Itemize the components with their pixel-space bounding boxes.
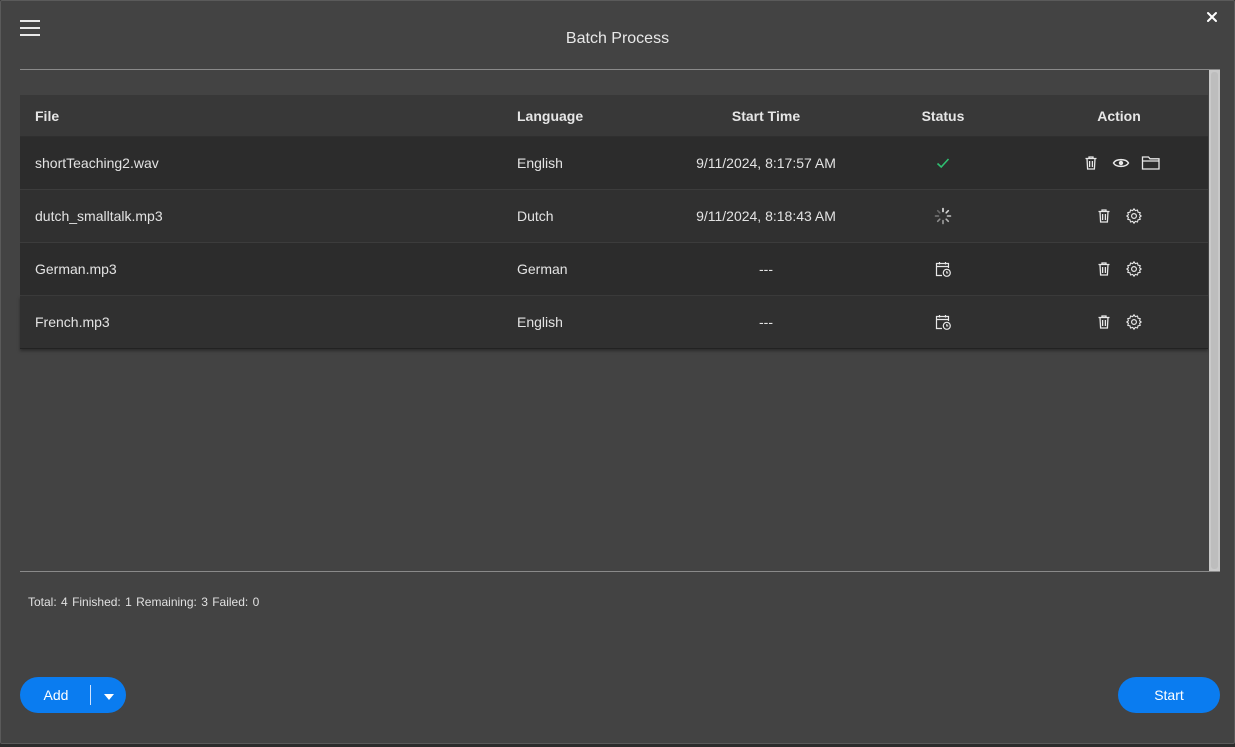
header-file: File xyxy=(35,107,60,124)
file-name: shortTeaching2.wav xyxy=(35,155,159,171)
file-language: English xyxy=(517,155,563,171)
settings-icon[interactable] xyxy=(1124,259,1144,279)
window-title: Batch Process xyxy=(565,30,670,47)
file-language: Dutch xyxy=(517,208,554,224)
file-name: dutch_smalltalk.mp3 xyxy=(35,208,163,224)
table-row: shortTeaching2.wav English 9/11/2024, 8:… xyxy=(20,137,1208,190)
file-name: German.mp3 xyxy=(35,261,117,277)
total-value: 4 xyxy=(61,595,68,609)
caret-down-icon xyxy=(104,687,114,703)
close-icon[interactable] xyxy=(1204,9,1220,25)
remaining-value: 3 xyxy=(201,595,208,609)
action-cell xyxy=(1069,243,1169,295)
action-cell xyxy=(1069,296,1169,348)
header-status: Status xyxy=(921,107,965,124)
finished-label: Finished: xyxy=(72,595,121,609)
header-language: Language xyxy=(517,107,584,124)
action-cell xyxy=(1069,190,1169,242)
table-row: French.mp3 English --- xyxy=(20,296,1208,349)
status-cell xyxy=(893,137,993,189)
batch-process-window: Batch Process File Language Start Time S… xyxy=(0,0,1235,744)
settings-icon[interactable] xyxy=(1124,312,1144,332)
check-icon xyxy=(933,153,953,173)
finished-value: 1 xyxy=(125,595,132,609)
vertical-scrollbar[interactable] xyxy=(1209,70,1220,571)
view-icon[interactable] xyxy=(1111,153,1131,173)
spinner-icon xyxy=(933,206,953,226)
header-action: Action xyxy=(1097,107,1141,124)
batch-table: File Language Start Time Status Action s… xyxy=(20,69,1220,572)
file-start-time: --- xyxy=(759,314,773,330)
delete-icon[interactable] xyxy=(1094,206,1114,226)
scheduled-icon xyxy=(933,259,953,279)
status-cell xyxy=(893,243,993,295)
file-start-time: 9/11/2024, 8:18:43 AM xyxy=(696,208,836,224)
settings-icon[interactable] xyxy=(1124,206,1144,226)
batch-stats: Total: 4 Finished: 1 Remaining: 3 Failed… xyxy=(28,595,260,609)
delete-icon[interactable] xyxy=(1081,153,1101,173)
failed-label: Failed: xyxy=(212,595,249,609)
file-name: French.mp3 xyxy=(35,314,110,330)
delete-icon[interactable] xyxy=(1094,312,1114,332)
scrollbar-thumb[interactable] xyxy=(1211,72,1218,569)
status-cell xyxy=(893,190,993,242)
add-split-button: Add xyxy=(20,677,126,713)
file-start-time: 9/11/2024, 8:17:57 AM xyxy=(696,155,836,171)
failed-value: 0 xyxy=(252,595,260,609)
table-row: dutch_smalltalk.mp3 Dutch 9/11/2024, 8:1… xyxy=(20,190,1208,243)
file-start-time: --- xyxy=(759,261,773,277)
file-language: English xyxy=(517,314,563,330)
delete-icon[interactable] xyxy=(1094,259,1114,279)
header-start-time: Start Time xyxy=(731,107,801,124)
add-button[interactable]: Add xyxy=(20,677,92,713)
file-language: German xyxy=(517,261,568,277)
split-divider xyxy=(90,685,91,705)
status-cell xyxy=(893,296,993,348)
folder-icon[interactable] xyxy=(1141,153,1161,173)
scheduled-icon xyxy=(933,312,953,332)
total-label: Total: xyxy=(28,595,57,609)
add-dropdown-button[interactable] xyxy=(92,677,126,713)
table-header: File Language Start Time Status Action xyxy=(20,95,1208,137)
table-row: German.mp3 German --- xyxy=(20,243,1208,296)
remaining-label: Remaining: xyxy=(136,595,197,609)
start-button[interactable]: Start xyxy=(1118,677,1220,713)
